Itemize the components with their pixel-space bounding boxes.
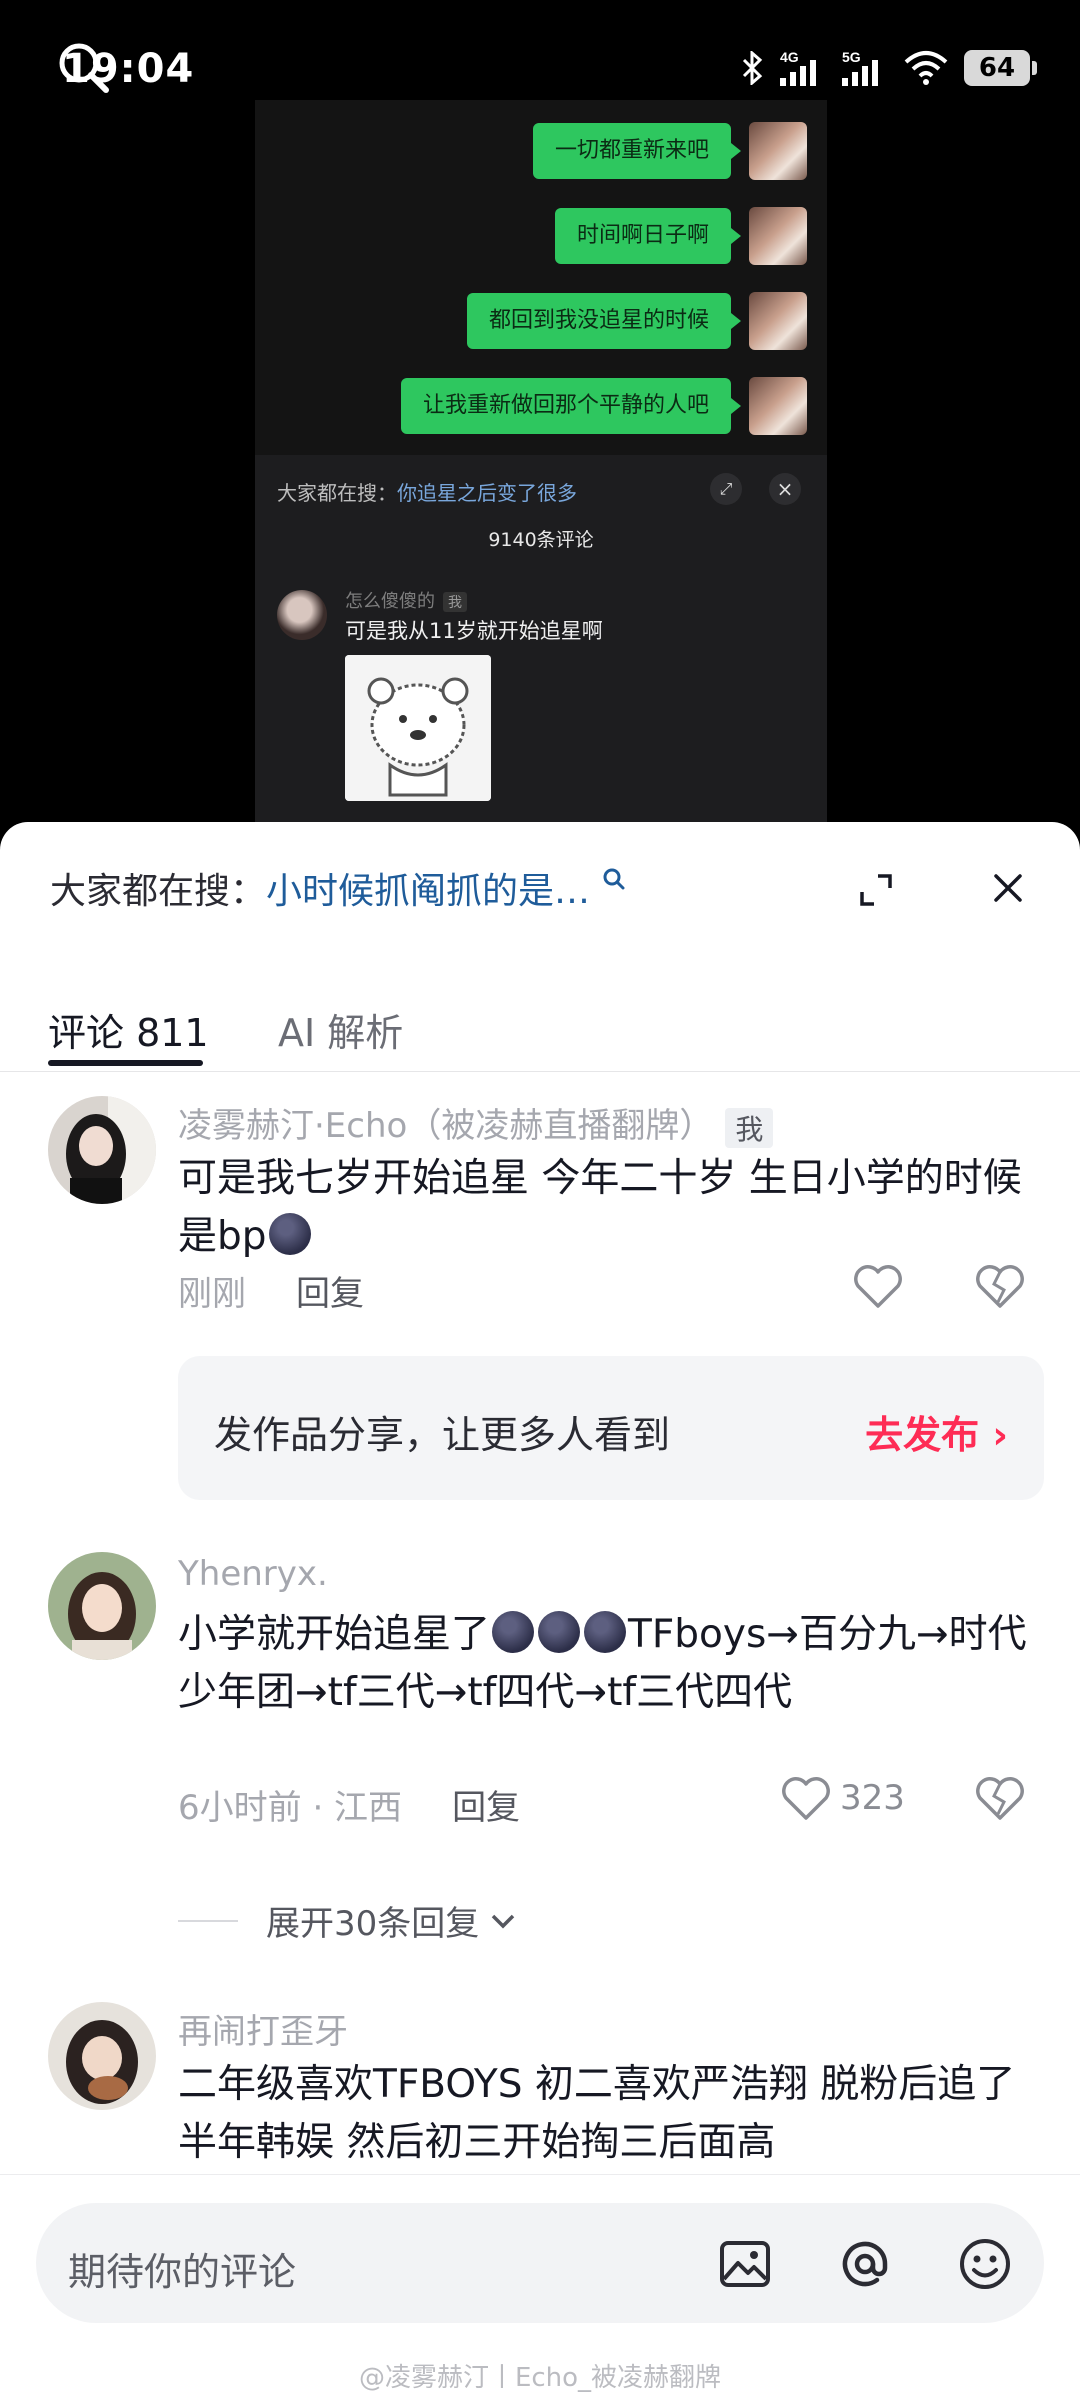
avatar[interactable]: [48, 1552, 156, 1660]
close-icon[interactable]: [988, 868, 1028, 908]
expand-icon[interactable]: [856, 870, 896, 910]
publish-button[interactable]: 去发布 ›: [865, 1404, 1008, 1459]
comment-author[interactable]: Yhenryx.: [178, 1554, 328, 1594]
like-icon[interactable]: [852, 1262, 904, 1310]
comment-tabs: 评论 811 AI 解析: [0, 962, 1080, 1072]
moon-emoji-icon: [492, 1611, 535, 1653]
self-badge: 我: [725, 1107, 774, 1148]
magnifier-icon[interactable]: [54, 38, 114, 98]
comment-meta: 6小时前 · 江西 回复: [178, 1780, 520, 1829]
avatar[interactable]: [48, 2002, 156, 2110]
watermark: @凌雾赫汀丨Echo_被凌赫翻牌: [358, 2363, 722, 2393]
battery-indicator: 64: [964, 50, 1037, 86]
bear-sticker-image: [345, 655, 491, 801]
chat-message: 时间啊日子啊: [554, 207, 807, 265]
inner-comment-count: 9140条评论: [488, 529, 594, 551]
video-inner-comment-panel: 大家都在搜：你追星之后变了很多 ⤢ × 9140条评论 怎么傻傻的我 可是我从1…: [255, 455, 827, 860]
comment-time: 刚刚: [178, 1274, 246, 1314]
emoji-icon[interactable]: [956, 2235, 1014, 2293]
video-player[interactable]: 一切都重新来吧 时间啊日子啊 都回到我没追星的时候 让我重新做回那个平静的人吧 …: [255, 100, 827, 860]
comment-text: 可是我七岁开始追星 今年二十岁 生日小学的时候是bp: [178, 1150, 1038, 1266]
expand-replies-label: 展开30条回复: [266, 1904, 480, 1944]
chat-bubble: 一切都重新来吧: [532, 123, 742, 179]
moon-emoji-icon: [584, 1611, 627, 1653]
comment-sheet: 大家都在搜：小时候抓阄抓的是… 评论 811 AI 解析 凌雾赫汀·Echo（被…: [0, 822, 1080, 2400]
comment-text: 小学就开始追星了 TFboys→百分九→时代少年团→tf三代→tf四代→tf三代四…: [178, 1606, 1038, 1722]
inner-comment-author: 怎么傻傻的我: [345, 587, 467, 613]
chat-avatar: [749, 122, 807, 180]
search-suggestion-term[interactable]: 小时候抓阄抓的是…: [266, 871, 590, 912]
inner-avatar: [277, 590, 327, 640]
tab-comments[interactable]: 评论 811: [48, 1002, 209, 1057]
tab-ai-analysis[interactable]: AI 解析: [278, 1002, 403, 1057]
chat-message: 一切都重新来吧: [532, 122, 807, 180]
sweat-emoji-icon: [268, 1213, 311, 1255]
like-button[interactable]: 323: [780, 1774, 905, 1822]
moon-emoji-icon: [538, 1611, 581, 1653]
post-promo-card[interactable]: 发作品分享，让更多人看到 去发布 ›: [178, 1356, 1044, 1500]
search-icon: [603, 868, 625, 890]
chat-avatar: [749, 292, 807, 350]
inner-search-bar: 大家都在搜：你追星之后变了很多: [277, 477, 577, 506]
chat-avatar: [749, 207, 807, 265]
comment-input-placeholder: 期待你的评论: [68, 2250, 297, 2294]
author-name: 再闹打歪牙: [178, 2012, 348, 2052]
wifi-icon: [904, 51, 948, 85]
comment-input-bar: 期待你的评论 @凌雾赫汀丨Echo_被凌赫翻牌: [0, 2174, 1080, 2400]
image-icon[interactable]: [716, 2235, 774, 2293]
search-suggestion-label: 大家都在搜：: [50, 871, 267, 912]
comment-author[interactable]: 凌雾赫汀·Echo（被凌赫直播翻牌） 我: [178, 1098, 774, 1148]
chat-message: 让我重新做回那个平静的人吧: [400, 377, 807, 435]
dislike-icon[interactable]: [974, 1774, 1026, 1822]
inner-close-icon: ×: [769, 473, 801, 505]
mention-icon[interactable]: [836, 2235, 894, 2293]
network-1-label: 4G: [780, 49, 799, 65]
comment-text: 二年级喜欢TFBOYS 初二喜欢严浩翔 脱粉后追了半年韩娱 然后初三开始掏三后面…: [178, 2062, 1016, 2165]
inner-author-name: 怎么傻傻的: [345, 591, 435, 612]
inner-expand-icon: ⤢: [710, 473, 742, 505]
status-icons: 4G 5G 64: [740, 48, 1037, 88]
chat-message: 都回到我没追星的时候: [466, 292, 807, 350]
comment-author[interactable]: 再闹打歪牙: [178, 2004, 348, 2053]
inner-author-badge: 我: [443, 592, 467, 612]
search-suggestion[interactable]: 大家都在搜：小时候抓阄抓的是…: [50, 862, 627, 914]
divider-line: [178, 1919, 238, 1922]
bluetooth-icon: [742, 51, 763, 85]
expand-replies-button[interactable]: 展开30条回复: [178, 1896, 521, 1945]
like-icon: [782, 1777, 830, 1820]
comment-meta: 刚刚 回复: [178, 1266, 364, 1315]
inner-search-term: 你追星之后变了很多: [397, 481, 577, 505]
network-2-label: 5G: [842, 49, 861, 65]
active-tab-indicator: [48, 1060, 203, 1066]
reply-button[interactable]: 回复: [296, 1274, 364, 1314]
chevron-down-icon: [492, 1914, 515, 1928]
reply-button[interactable]: 回复: [452, 1788, 520, 1828]
chat-bubble: 都回到我没追星的时候: [466, 293, 742, 349]
comment-text-lead: 小学就开始追星了: [178, 1612, 491, 1657]
dislike-icon[interactable]: [974, 1262, 1026, 1310]
author-name: Yhenryx.: [178, 1554, 328, 1594]
inner-comment-text: 可是我从11岁就开始追星啊: [345, 619, 603, 643]
comment-input[interactable]: 期待你的评论: [36, 2203, 1044, 2323]
promo-text: 发作品分享，让更多人看到: [214, 1413, 671, 1457]
chat-bubble: 让我重新做回那个平静的人吧: [400, 378, 742, 434]
chat-avatar: [749, 377, 807, 435]
chat-bubble: 时间啊日子啊: [554, 208, 742, 264]
comment-time-location: 6小时前 · 江西: [178, 1788, 403, 1828]
signal-4g-icon: 4G: [780, 49, 816, 86]
avatar[interactable]: [48, 1096, 156, 1204]
like-count: 323: [840, 1778, 905, 1818]
inner-search-label: 大家都在搜：: [277, 481, 397, 505]
author-name: 凌雾赫汀·Echo（被凌赫直播翻牌）: [178, 1106, 714, 1146]
signal-5g-icon: 5G: [842, 49, 878, 86]
